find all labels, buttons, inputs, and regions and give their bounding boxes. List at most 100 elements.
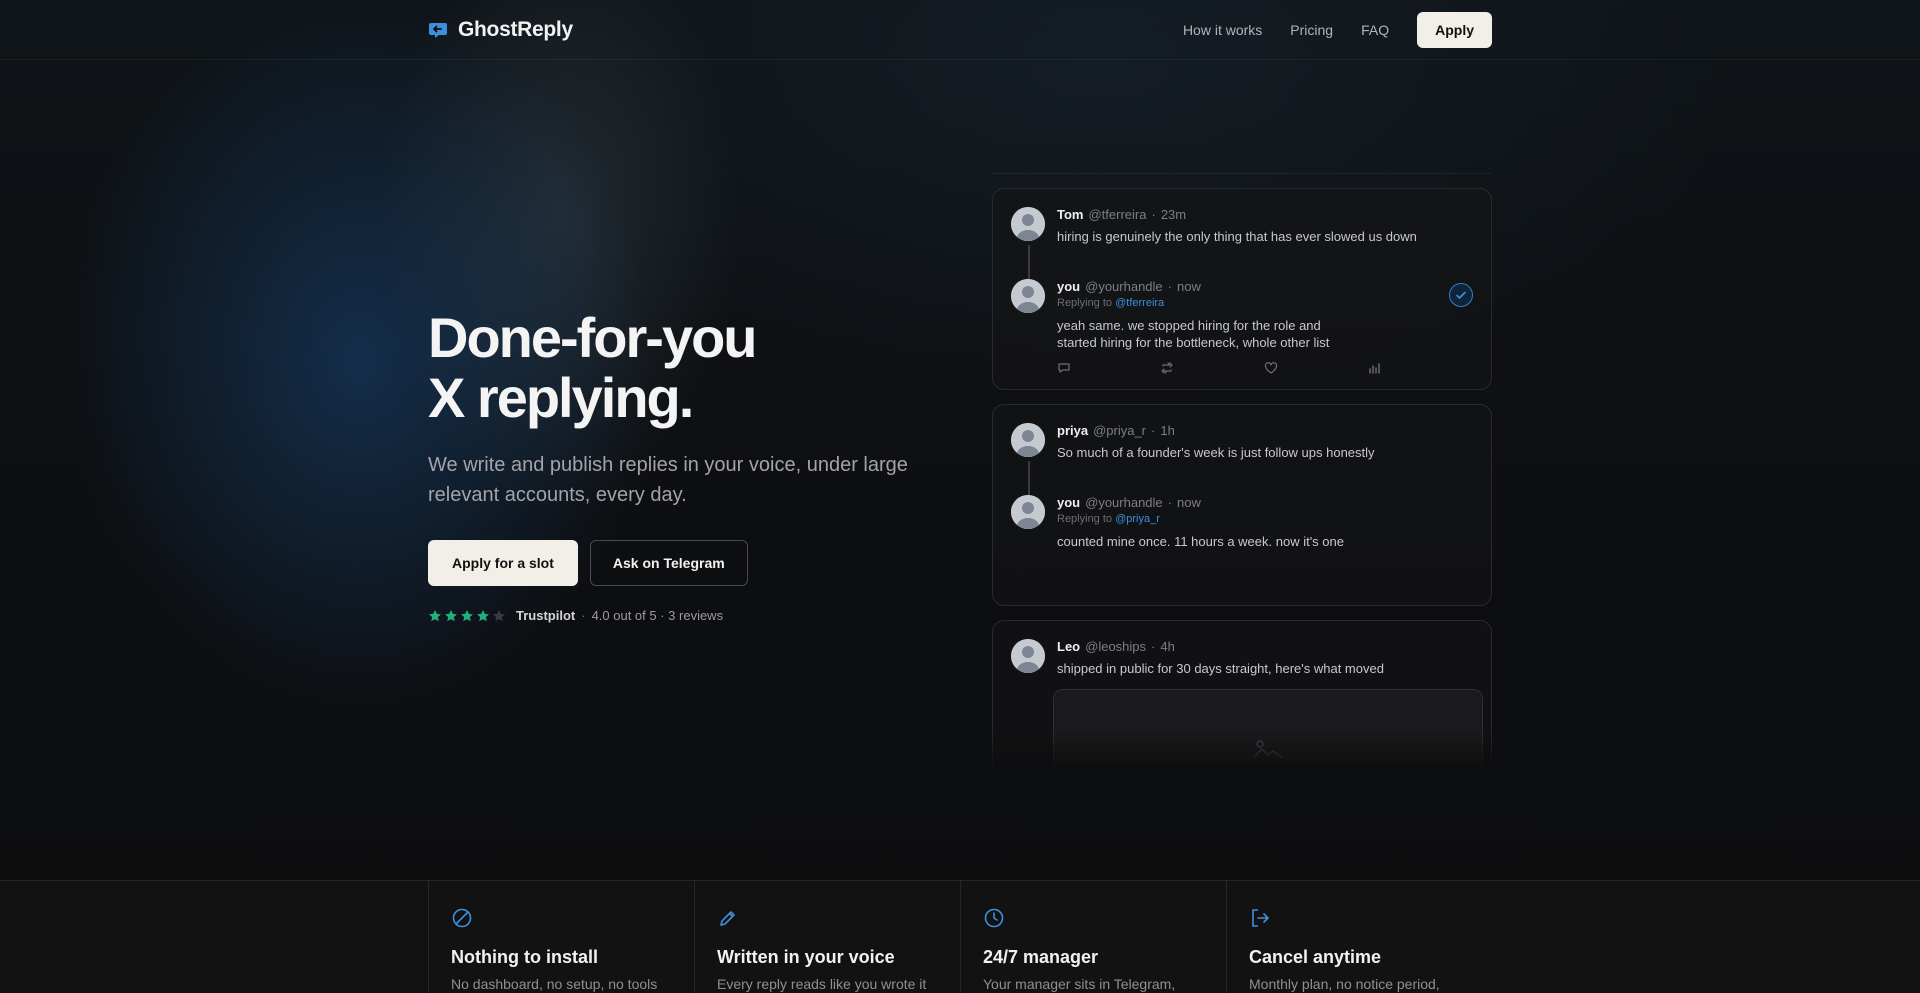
nav-link-faq[interactable]: FAQ [1361,22,1389,38]
heart-icon[interactable] [1264,361,1278,375]
avatar [1011,207,1045,241]
image-placeholder-icon [1252,740,1284,759]
trustpilot-rating[interactable]: Trustpilot · 4.0 out of 5 · 3 reviews [428,608,948,623]
tweet-time: 23m [1160,207,1187,222]
ask-on-telegram-button[interactable]: Ask on Telegram [589,540,748,586]
replying-mention[interactable]: @tferreira [1115,297,1164,309]
replying-to: Replying to @tferreira [1057,297,1473,309]
feature-desc: Your manager sits in Telegram, [983,976,1176,992]
author-name[interactable]: you [1057,279,1080,294]
replying-prefix: Replying to [1057,513,1113,525]
tweet-media[interactable] [1053,689,1483,770]
header-dot: · [1151,423,1156,438]
tweet-card-3: Leo @leoships · 4h shipped in public for… [992,620,1492,770]
exit-icon [1252,909,1269,927]
author-name[interactable]: Tom [1057,207,1083,222]
reply-tweet: you @yourhandle · now Replying to @tferr… [1011,279,1473,351]
rating-separator: · [581,608,586,623]
header-dot: · [1151,639,1156,654]
tweet-text: hiring is genuinely the only thing that … [1057,229,1417,244]
comment-icon[interactable] [1057,361,1071,375]
avatar-person-icon [1011,279,1045,313]
star-filled-icon [477,609,489,621]
feature-cancel-anytime: Cancel anytime Monthly plan, no notice p… [1227,881,1492,993]
replying-mention[interactable]: @priya_r [1115,513,1160,525]
rating-stars [428,609,506,623]
header-dot: · [1151,207,1156,222]
retweet-icon[interactable] [1160,361,1174,375]
tweet-header: you @yourhandle · now [1057,495,1473,510]
avatar [1011,639,1045,673]
posted-check-badge [1449,283,1473,307]
header-dot: · [1167,495,1172,510]
tweet-body: you @yourhandle · now Replying to @tferr… [1057,279,1473,351]
author-handle[interactable]: @tferreira [1088,207,1146,222]
analytics-icon[interactable] [1367,361,1381,375]
avatar-person-icon [1011,495,1045,529]
nav-link-how-it-works[interactable]: How it works [1183,22,1262,38]
clock-icon [984,908,1004,928]
author-name[interactable]: you [1057,495,1080,510]
feature-title: Cancel anytime [1249,947,1382,967]
brand-name: GhostReply [458,18,573,41]
original-tweet: priya @priya_r · 1h So much of a founder… [1011,423,1473,461]
star-empty-icon [493,609,505,621]
star-filled-icon [461,609,473,621]
tweet-time: now [1177,279,1201,294]
hero: Done-for-you X replying. We write and pu… [428,308,948,623]
tweet-text: So much of a founder's week is just foll… [1057,445,1375,460]
author-handle[interactable]: @yourhandle [1085,279,1163,294]
hero-subtitle: We write and publish replies in your voi… [428,454,908,506]
tweet-text: shipped in public for 30 days straight, … [1057,661,1384,676]
author-name[interactable]: priya [1057,423,1088,438]
hero-title-line-2: X replying. [428,366,694,429]
apply-for-slot-button[interactable]: Apply for a slot [428,540,578,586]
reply-tweet: you @yourhandle · now Replying to @priya… [1011,495,1473,550]
feed-top-divider [992,173,1492,174]
reply-text: counted mine once. 11 hours a week. now … [1057,534,1344,549]
feature-title: Written in your voice [717,947,895,967]
reply-text: yeah same. we stopped hiring for the rol… [1057,317,1473,351]
avatar-person-icon [1011,207,1045,241]
tweet-time: 4h [1160,639,1175,654]
thread-line [1028,245,1030,279]
replying-to: Replying to @priya_r [1057,513,1473,525]
avatar-person-icon [1011,639,1045,673]
tweet-card-2: priya @priya_r · 1h So much of a founder… [992,404,1492,606]
author-handle[interactable]: @yourhandle [1085,495,1163,510]
tweet-body: Leo @leoships · 4h shipped in public for… [1057,639,1473,677]
check-icon [1456,291,1466,299]
nav-apply-button[interactable]: Apply [1417,12,1492,48]
tweet-body: you @yourhandle · now Replying to @priya… [1057,495,1473,550]
tweet-header: Tom @tferreira · 23m [1057,207,1473,222]
hero-cta-group: Apply for a slot Ask on Telegram [428,540,948,586]
feature-title: 24/7 manager [983,947,1099,967]
avatar [1011,495,1045,529]
reply-text-line-1: yeah same. we stopped hiring for the rol… [1057,318,1321,333]
avatar-person-icon [1011,423,1045,457]
author-handle[interactable]: @priya_r [1093,423,1146,438]
reply-feed-preview: Tom @tferreira · 23m hiring is genuinely… [992,170,1492,770]
top-nav: GhostReply How it works Pricing FAQ Appl… [0,0,1920,60]
reply-text-line-2: started hiring for the bottleneck, whole… [1057,335,1330,350]
original-tweet: Tom @tferreira · 23m hiring is genuinely… [1011,207,1473,245]
star-filled-icon [429,609,441,621]
nav-link-pricing[interactable]: Pricing [1290,22,1333,38]
feature-24-7-manager: 24/7 manager Your manager sits in Telegr… [961,881,1227,993]
author-name[interactable]: Leo [1057,639,1080,654]
author-handle[interactable]: @leoships [1085,639,1146,654]
features-strip: Nothing to install No dashboard, no setu… [0,880,1920,993]
avatar [1011,279,1045,313]
brand-logo[interactable]: GhostReply [428,18,573,42]
avatar [1011,423,1045,457]
tweet-body: priya @priya_r · 1h So much of a founder… [1057,423,1473,461]
replying-prefix: Replying to [1057,297,1113,309]
feature-desc: Monthly plan, no notice period, [1249,976,1440,992]
rating-summary: 4.0 out of 5 · 3 reviews [591,608,724,623]
hero-title-line-1: Done-for-you [428,306,758,369]
nav-links: How it works Pricing FAQ Apply [1183,12,1492,48]
trustpilot-label: Trustpilot [516,608,576,623]
tweet-card-1: Tom @tferreira · 23m hiring is genuinely… [992,188,1492,390]
header-dot: · [1167,279,1172,294]
hero-title: Done-for-you X replying. [428,308,948,428]
